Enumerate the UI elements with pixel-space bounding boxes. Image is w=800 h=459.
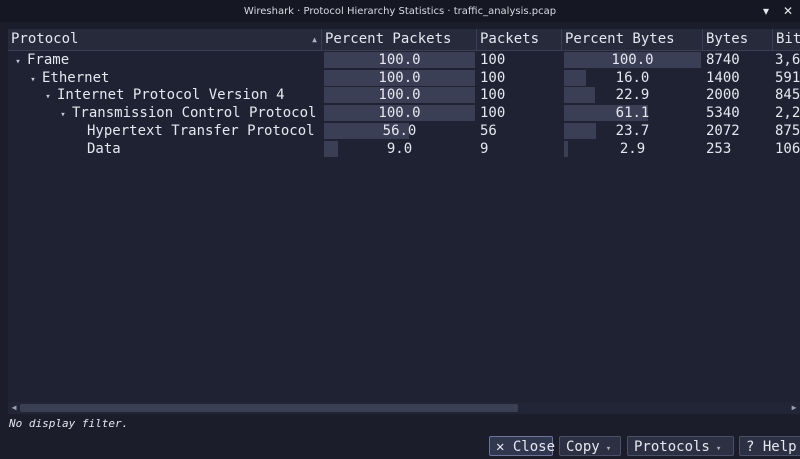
display-filter-status: No display filter. [9,417,129,430]
percent-bytes-cell: 22.9 [564,87,701,104]
percent-packets-cell: 100.0 [324,52,475,68]
bytes-cell: 5340 [706,105,740,122]
protocol-name: Internet Protocol Version 4 [57,87,285,104]
table-header: Protocol ▲ Percent Packets Packets Perce… [8,29,800,51]
bytes-cell: 1400 [706,69,740,86]
protocol-name: Ethernet [42,69,110,86]
percent-bytes-value: 100.0 [611,52,654,68]
table-row[interactable]: ▾ Internet Protocol Version 4 100.0 100 22.9… [8,86,800,104]
packets-cell: 9 [480,140,489,157]
expand-chevron-icon[interactable]: ▾ [57,106,69,122]
percent-bytes-cell: 16.0 [564,69,701,86]
protocol-name: Hypertext Transfer Protocol [87,122,315,139]
column-header-percent-bytes[interactable]: Percent Bytes [562,29,703,50]
percent-packets-value: 100.0 [378,87,421,104]
protocol-name: Frame [27,52,70,68]
percent-packets-value: 100.0 [378,105,421,122]
percent-bytes-value: 22.9 [615,87,650,104]
bytes-cell: 2072 [706,122,740,139]
table-row[interactable]: ▾ Ethernet 100.0 100 16.0 1400 591 [8,69,800,87]
bytes-cell: 253 [706,140,732,157]
protocols-dropdown-icon: ▾ [715,444,722,454]
percent-packets-cell: 56.0 [324,122,475,139]
scrollbar-thumb[interactable] [20,404,518,412]
percent-packets-value: 9.0 [386,140,413,157]
percent-bytes-cell: 2.9 [564,140,701,157]
expand-chevron-icon[interactable]: ▾ [12,53,24,69]
column-header-protocol[interactable]: Protocol ▲ [8,29,322,50]
percent-bytes-value: 61.1 [615,105,650,122]
protocol-cell: Data [72,140,322,158]
window-controls: ▾ ✕ [758,0,796,22]
percent-bytes-value: 23.7 [615,122,650,139]
protocol-cell: Hypertext Transfer Protocol [72,122,322,140]
protocol-cell: ▾ Transmission Control Protocol [57,104,322,122]
percent-packets-cell: 100.0 [324,69,475,86]
packets-cell: 100 [480,52,506,68]
percent-packets-value: 100.0 [378,69,421,86]
scroll-right-icon[interactable]: ▶ [788,402,800,414]
percent-packets-value: 56.0 [382,122,417,139]
bits-per-second-cell: 3,6 [775,52,800,68]
window-titlebar: Wireshark · Protocol Hierarchy Statistic… [0,0,800,22]
protocol-hierarchy-table[interactable]: Protocol ▲ Percent Packets Packets Perce… [8,29,800,414]
percent-bytes-cell: 61.1 [564,105,701,122]
expand-chevron-icon[interactable]: ▾ [27,71,39,87]
copy-button[interactable]: Copy ▾ [559,436,621,456]
protocol-cell: ▾ Frame [12,51,322,69]
percent-bytes-value: 16.0 [615,69,650,86]
copy-button-label: Copy [566,439,600,455]
percent-bytes-cell: 23.7 [564,122,701,139]
sort-ascending-icon[interactable]: ▲ [312,29,317,50]
percent-packets-cell: 100.0 [324,87,475,104]
protocol-name: Data [87,140,121,157]
minimize-icon[interactable]: ▾ [758,3,774,19]
table-row[interactable]: ▾ Transmission Control Protocol 100.0 100 61… [8,104,800,122]
bits-per-second-cell: 875 [775,122,800,139]
bytes-cell: 2000 [706,87,740,104]
column-header-packets[interactable]: Packets [477,29,562,50]
packets-cell: 56 [480,122,497,139]
percent-packets-cell: 9.0 [324,140,475,157]
protocol-name: Transmission Control Protocol [72,105,317,122]
bytes-cell: 8740 [706,52,740,68]
percent-packets-value: 100.0 [378,52,421,68]
window-title: Wireshark · Protocol Hierarchy Statistic… [243,5,557,17]
close-button[interactable]: ✕ Close [489,436,555,456]
protocol-cell: ▾ Internet Protocol Version 4 [42,86,322,104]
packets-cell: 100 [480,105,506,122]
horizontal-scrollbar[interactable]: ◀ ▶ [8,402,800,414]
percent-packets-cell: 100.0 [324,105,475,122]
copy-dropdown-icon: ▾ [605,444,612,454]
packets-cell: 100 [480,69,506,86]
bits-per-second-cell: 2,2 [775,105,800,122]
packets-cell: 100 [480,87,506,104]
table-row[interactable]: ▾ Frame 100.0 100 100.0 8740 3,6 [8,51,800,69]
bits-per-second-cell: 591 [775,69,800,86]
bits-per-second-cell: 106 [775,140,800,157]
scroll-left-icon[interactable]: ◀ [8,402,20,414]
percent-bytes-value: 2.9 [619,140,646,157]
column-header-bytes[interactable]: Bytes [703,29,773,50]
expand-chevron-icon[interactable]: ▾ [42,88,54,104]
table-row[interactable]: Hypertext Transfer Protocol 56.0 56 23.7 207… [8,122,800,140]
protocols-button-label: Protocols [634,439,710,455]
percent-bytes-cell: 100.0 [564,52,701,68]
close-icon[interactable]: ✕ [780,3,796,19]
column-header-bits-per-second[interactable]: Bit [773,29,800,50]
column-header-percent-packets[interactable]: Percent Packets [322,29,477,50]
protocol-cell: ▾ Ethernet [27,69,322,87]
protocols-button[interactable]: Protocols ▾ [627,436,734,456]
table-row[interactable]: Data 9.0 9 2.9 253 106 [8,140,800,158]
bits-per-second-cell: 845 [775,87,800,104]
help-button[interactable]: ? Help [739,436,800,456]
